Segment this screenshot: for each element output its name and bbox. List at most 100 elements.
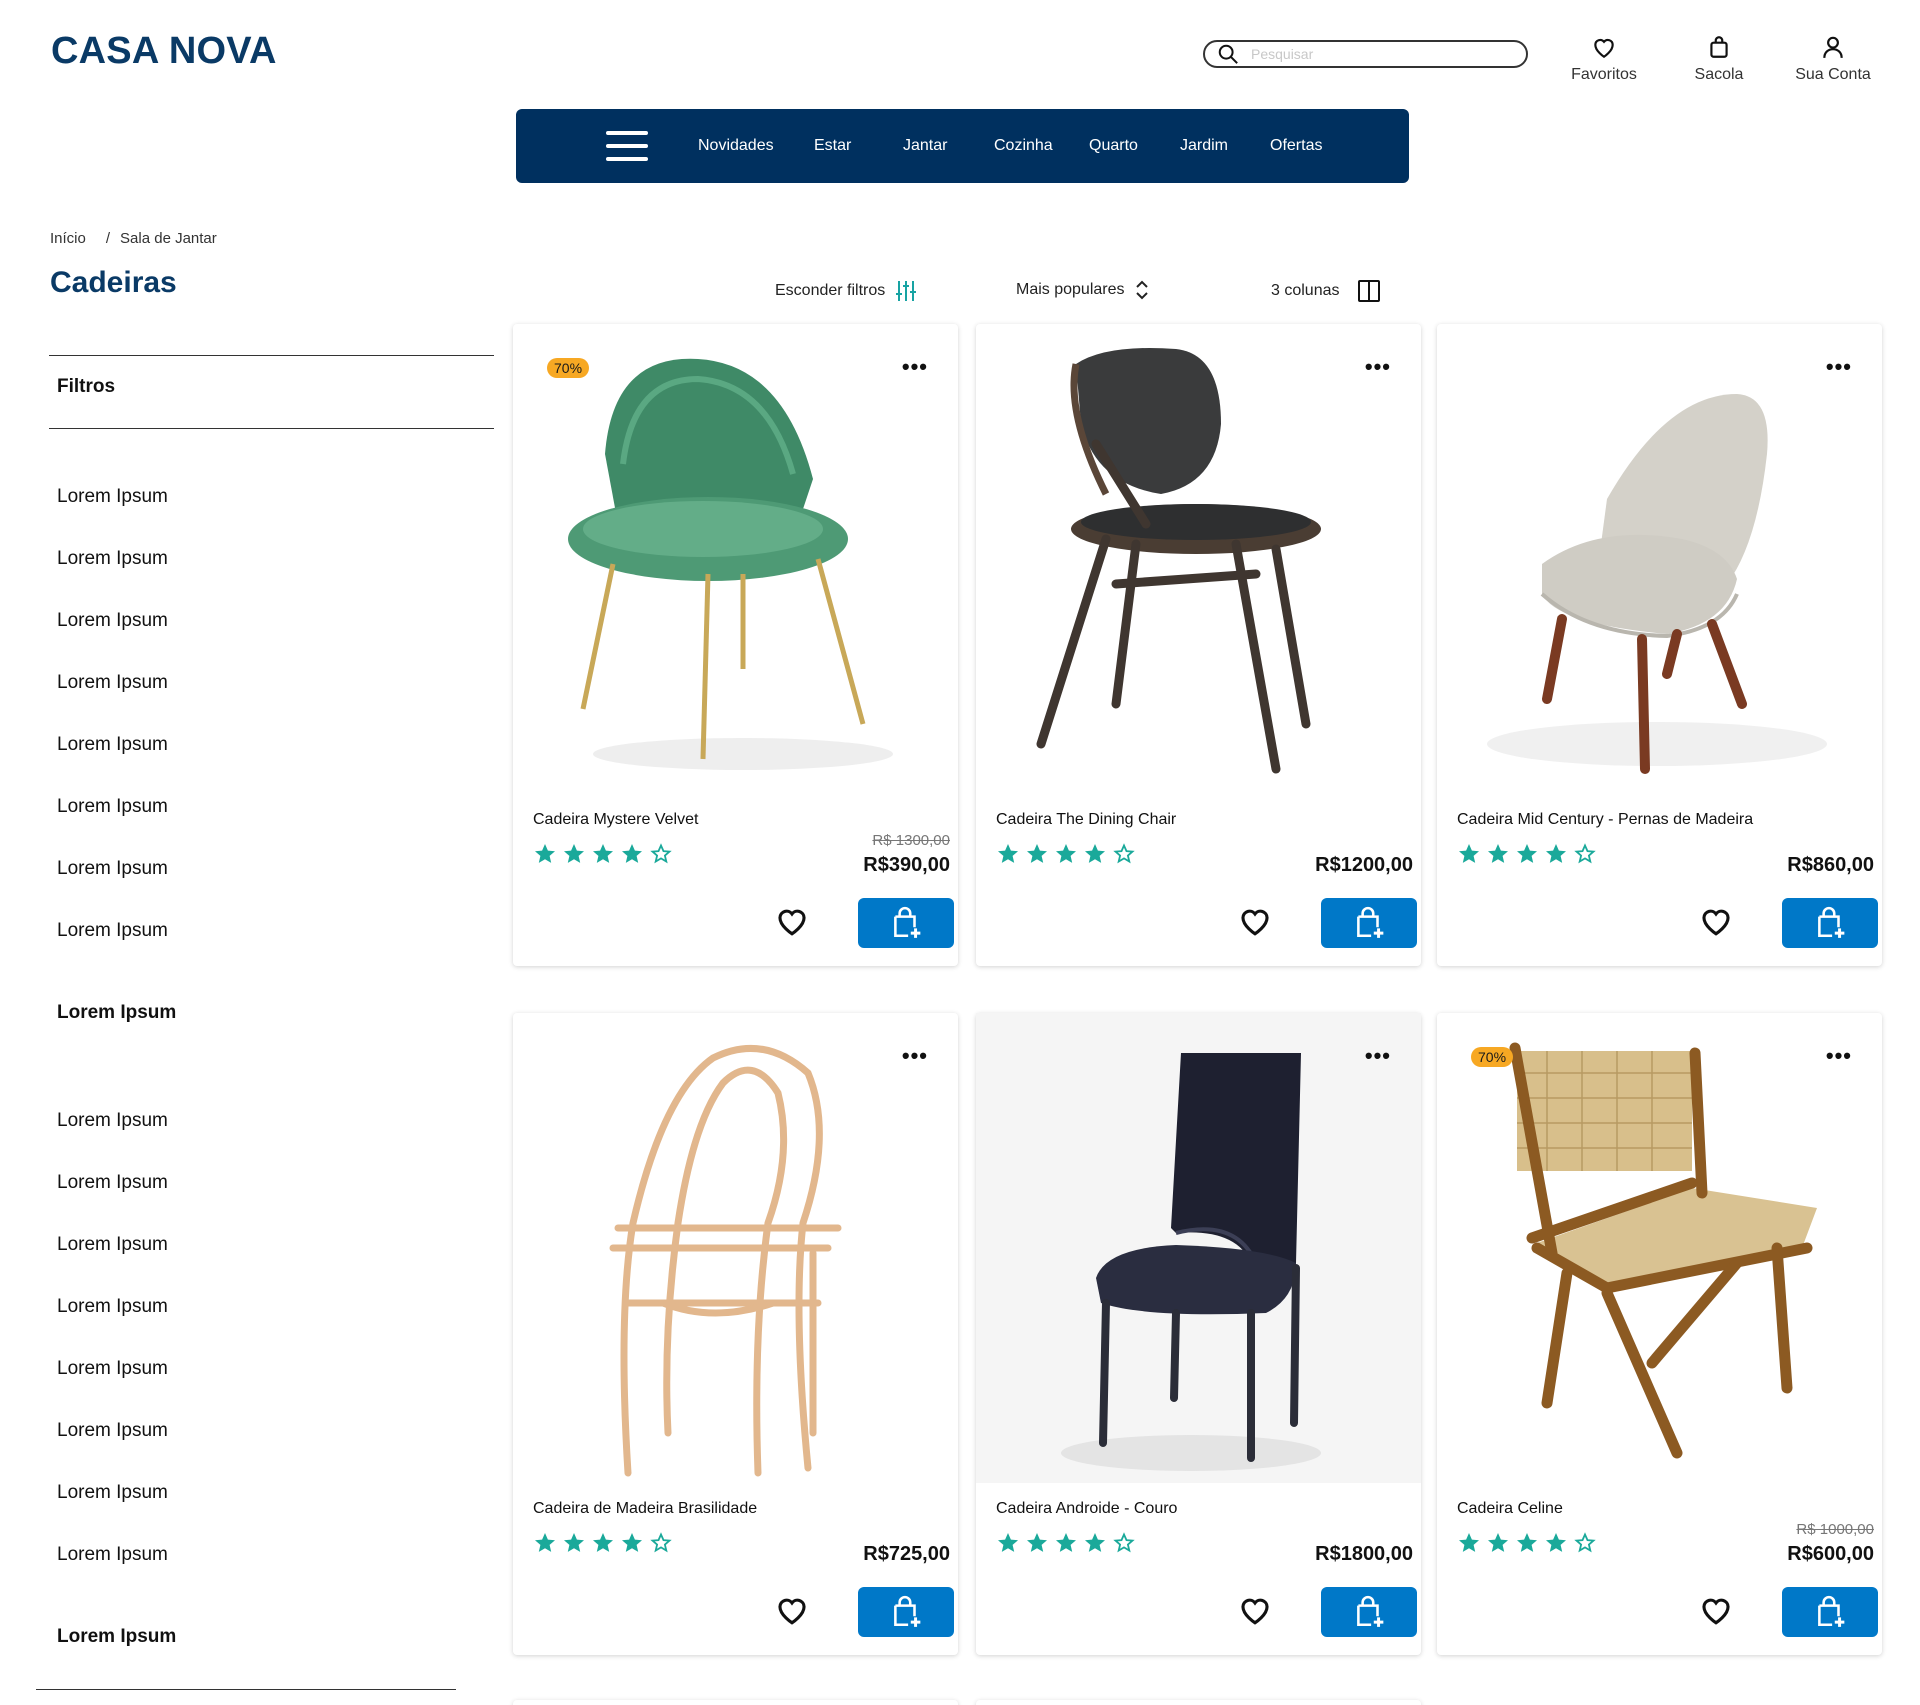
product-price: R$1800,00 [1315,1543,1413,1565]
product-name[interactable]: Cadeira The Dining Chair [996,811,1176,829]
star-empty-icon [649,1531,673,1555]
favorite-heart-icon[interactable] [1238,1593,1272,1627]
filter-option[interactable]: Lorem Ipsum [57,610,168,632]
more-options-icon[interactable]: ••• [902,354,928,380]
filter-option[interactable]: Lorem Ipsum [57,486,168,508]
add-to-cart-button[interactable] [1782,1587,1878,1637]
more-options-icon[interactable]: ••• [1365,354,1391,380]
product-card[interactable]: ••• Cadeira The Dining Chair R$1200,00 [976,324,1421,966]
nav-item-ofertas[interactable]: Ofertas [1270,137,1322,155]
product-card[interactable]: ••• Cadeira de Madeira Brasilidade R$725… [513,1013,958,1655]
star-filled-icon [620,842,644,866]
filter-option[interactable]: Lorem Ipsum [57,796,168,818]
add-to-cart-button[interactable] [1321,898,1417,948]
star-filled-icon [1486,1531,1510,1555]
add-to-cart-button[interactable] [858,898,954,948]
product-name[interactable]: Cadeira Mid Century - Pernas de Madeira [1457,811,1753,829]
product-image-dining-chair[interactable] [976,324,1421,794]
product-name[interactable]: Cadeira de Madeira Brasilidade [533,1500,757,1518]
filter-option[interactable]: Lorem Ipsum [57,1358,168,1380]
product-card[interactable]: ••• Cadeira Mid Century - Pernas de Made… [1437,324,1882,966]
star-filled-icon [591,842,615,866]
add-to-cart-button[interactable] [1782,898,1878,948]
columns-label: 3 colunas [1271,282,1340,299]
search-input[interactable] [1251,46,1501,62]
product-card[interactable]: ••• Cadeira Androide - Couro R$1800,00 [976,1013,1421,1655]
bag-plus-icon [1352,1595,1386,1629]
star-filled-icon [1544,842,1568,866]
star-filled-icon [533,842,557,866]
filter-option[interactable]: Lorem Ipsum [57,1544,168,1566]
favorite-heart-icon[interactable] [1238,904,1272,938]
more-options-icon[interactable]: ••• [1826,1043,1852,1069]
product-image-cane-chair[interactable] [1437,1013,1882,1483]
star-filled-icon [1515,1531,1539,1555]
more-options-icon[interactable]: ••• [1365,1043,1391,1069]
columns-toggle[interactable]: 3 colunas [1271,280,1380,302]
rating-stars [996,842,1136,866]
filter-option[interactable]: Lorem Ipsum [57,1234,168,1256]
filters-title: Filtros [57,376,116,397]
filter-option[interactable]: Lorem Ipsum [57,1172,168,1194]
nav-item-cozinha[interactable]: Cozinha [994,137,1053,155]
product-price: R$600,00 [1787,1543,1874,1565]
filter-option[interactable]: Lorem Ipsum [57,1420,168,1442]
star-empty-icon [1112,842,1136,866]
menu-icon[interactable] [606,131,648,161]
rating-stars [1457,842,1597,866]
nav-item-jardim[interactable]: Jardim [1180,137,1228,155]
favorite-heart-icon[interactable] [1699,904,1733,938]
sort-dropdown[interactable]: Mais populares [1016,280,1149,300]
add-to-cart-button[interactable] [1321,1587,1417,1637]
product-price: R$860,00 [1787,854,1874,876]
hide-filters-button[interactable]: Esconder filtros [775,280,917,302]
old-price: R$ 1000,00 [1796,1521,1874,1538]
product-image-mid-century-chair[interactable] [1437,324,1882,794]
favorite-heart-icon[interactable] [775,904,809,938]
nav-item-quarto[interactable]: Quarto [1089,137,1138,155]
star-filled-icon [620,1531,644,1555]
product-name[interactable]: Cadeira Mystere Velvet [533,811,698,829]
filter-option[interactable]: Lorem Ipsum [57,920,168,942]
product-card[interactable]: 70% ••• Cadeira Mystere Velvet R$ 1300,0… [513,324,958,966]
favorite-heart-icon[interactable] [775,1593,809,1627]
filter-option[interactable]: Lorem Ipsum [57,672,168,694]
account-link[interactable]: Sua Conta [1778,34,1888,84]
more-options-icon[interactable]: ••• [1826,354,1852,380]
product-name[interactable]: Cadeira Androide - Couro [996,1500,1177,1518]
product-name[interactable]: Cadeira Celine [1457,1500,1563,1518]
sidebar-bottom-divider [36,1689,456,1690]
breadcrumb-home[interactable]: Início [50,230,86,247]
bag-link[interactable]: Sacola [1664,34,1774,84]
filter-option[interactable]: Lorem Ipsum [57,734,168,756]
product-image-wooden-chair[interactable] [513,1013,958,1483]
product-price: R$1200,00 [1315,854,1413,876]
filter-option[interactable]: Lorem Ipsum [57,548,168,570]
star-filled-icon [533,1531,557,1555]
product-card[interactable]: 70% ••• Cadeira Celine R$ 1000,00 R$600,… [1437,1013,1882,1655]
filter-option[interactable]: Lorem Ipsum [57,858,168,880]
filter-group-heading[interactable]: Lorem Ipsum [57,1002,176,1024]
bag-label: Sacola [1694,66,1744,83]
search-icon[interactable] [1217,43,1239,65]
more-options-icon[interactable]: ••• [902,1043,928,1069]
filter-option[interactable]: Lorem Ipsum [57,1296,168,1318]
nav-item-estar[interactable]: Estar [814,137,851,155]
site-logo[interactable]: CASA NOVA [51,30,277,73]
nav-item-novidades[interactable]: Novidades [698,137,774,155]
product-image-leather-chair[interactable] [976,1013,1421,1483]
filter-option[interactable]: Lorem Ipsum [57,1110,168,1132]
star-filled-icon [1054,842,1078,866]
star-filled-icon [1515,842,1539,866]
breadcrumb-separator: / [105,230,111,247]
filter-option[interactable]: Lorem Ipsum [57,1482,168,1504]
rating-stars [533,842,673,866]
nav-item-jantar[interactable]: Jantar [903,137,947,155]
search-bar[interactable] [1203,40,1528,68]
favorites-link[interactable]: Favoritos [1549,34,1659,84]
favorite-heart-icon[interactable] [1699,1593,1733,1627]
add-to-cart-button[interactable] [858,1587,954,1637]
filter-group-heading[interactable]: Lorem Ipsum [57,1626,176,1648]
star-filled-icon [1486,842,1510,866]
product-image-green-chair[interactable] [513,324,958,794]
